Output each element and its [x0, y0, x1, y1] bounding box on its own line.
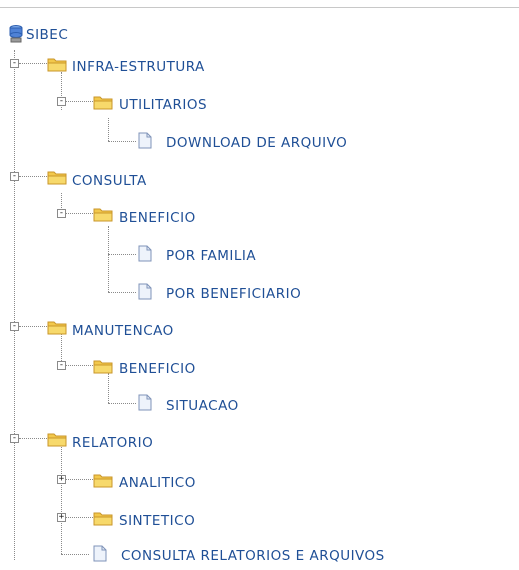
expand-toggle[interactable]: + — [57, 513, 66, 522]
tree-item-beneficio[interactable]: BENEFICIO — [119, 210, 196, 226]
collapse-toggle[interactable]: - — [57, 361, 66, 370]
tree-item-por-familia[interactable]: POR FAMILIA — [166, 248, 256, 264]
collapse-toggle[interactable]: - — [57, 97, 66, 106]
collapse-toggle[interactable]: - — [10, 172, 19, 181]
folder-icon — [47, 171, 67, 185]
menu-tree: SIBEC - INFRA-ESTRUTURA - UTILITARIOS DO… — [0, 0, 519, 570]
document-icon — [138, 245, 152, 262]
tree-item-situacao[interactable]: SITUACAO — [166, 398, 239, 414]
tree-connector — [108, 118, 109, 141]
tree-connector — [108, 373, 109, 403]
tree-root-sibec[interactable]: SIBEC — [26, 27, 68, 43]
document-icon — [138, 132, 152, 149]
tree-connector — [108, 226, 109, 292]
tree-connector — [66, 101, 93, 102]
collapse-toggle[interactable]: - — [10, 59, 19, 68]
tree-connector — [61, 444, 62, 554]
tree-connector — [108, 141, 136, 142]
tree-connector — [14, 50, 15, 560]
folder-icon — [47, 58, 67, 72]
document-icon — [138, 394, 152, 411]
tree-connector — [19, 176, 47, 177]
tree-item-por-beneficiario[interactable]: POR BENEFICIARIO — [166, 286, 301, 302]
tree-connector — [19, 438, 47, 439]
tree-connector — [66, 517, 93, 518]
expand-toggle[interactable]: + — [57, 475, 66, 484]
tree-connector — [19, 63, 47, 64]
tree-item-consulta[interactable]: CONSULTA — [72, 173, 147, 189]
tree-item-analitico[interactable]: ANALITICO — [119, 475, 196, 491]
tree-item-manutencao[interactable]: MANUTENCAO — [72, 323, 174, 339]
tree-item-relatorio[interactable]: RELATORIO — [72, 435, 153, 451]
folder-icon — [93, 474, 113, 488]
tree-connector — [108, 403, 136, 404]
folder-icon — [93, 360, 113, 374]
folder-icon — [93, 96, 113, 110]
collapse-toggle[interactable]: - — [10, 322, 19, 331]
document-icon — [138, 283, 152, 300]
folder-icon — [47, 433, 67, 447]
tree-connector — [19, 326, 47, 327]
folder-icon — [93, 208, 113, 222]
tree-item-download-de-arquivo[interactable]: DOWNLOAD DE ARQUIVO — [166, 135, 347, 151]
tree-item-sintetico[interactable]: SINTETICO — [119, 513, 195, 529]
tree-item-infra-estrutura[interactable]: INFRA-ESTRUTURA — [72, 59, 205, 75]
tree-connector — [66, 213, 93, 214]
document-icon — [93, 545, 107, 562]
tree-connector — [66, 479, 93, 480]
folder-icon — [47, 321, 67, 335]
tree-item-beneficio[interactable]: BENEFICIO — [119, 361, 196, 377]
collapse-toggle[interactable]: - — [10, 434, 19, 443]
database-icon — [9, 25, 23, 43]
tree-connector — [108, 292, 136, 293]
tree-item-consulta-relatorios-e-arquivos[interactable]: CONSULTA RELATORIOS E ARQUIVOS — [121, 548, 385, 564]
tree-connector — [108, 254, 136, 255]
collapse-toggle[interactable]: - — [57, 209, 66, 218]
tree-connector — [66, 365, 93, 366]
tree-connector — [61, 554, 89, 555]
folder-icon — [93, 512, 113, 526]
tree-item-utilitarios[interactable]: UTILITARIOS — [119, 97, 207, 113]
